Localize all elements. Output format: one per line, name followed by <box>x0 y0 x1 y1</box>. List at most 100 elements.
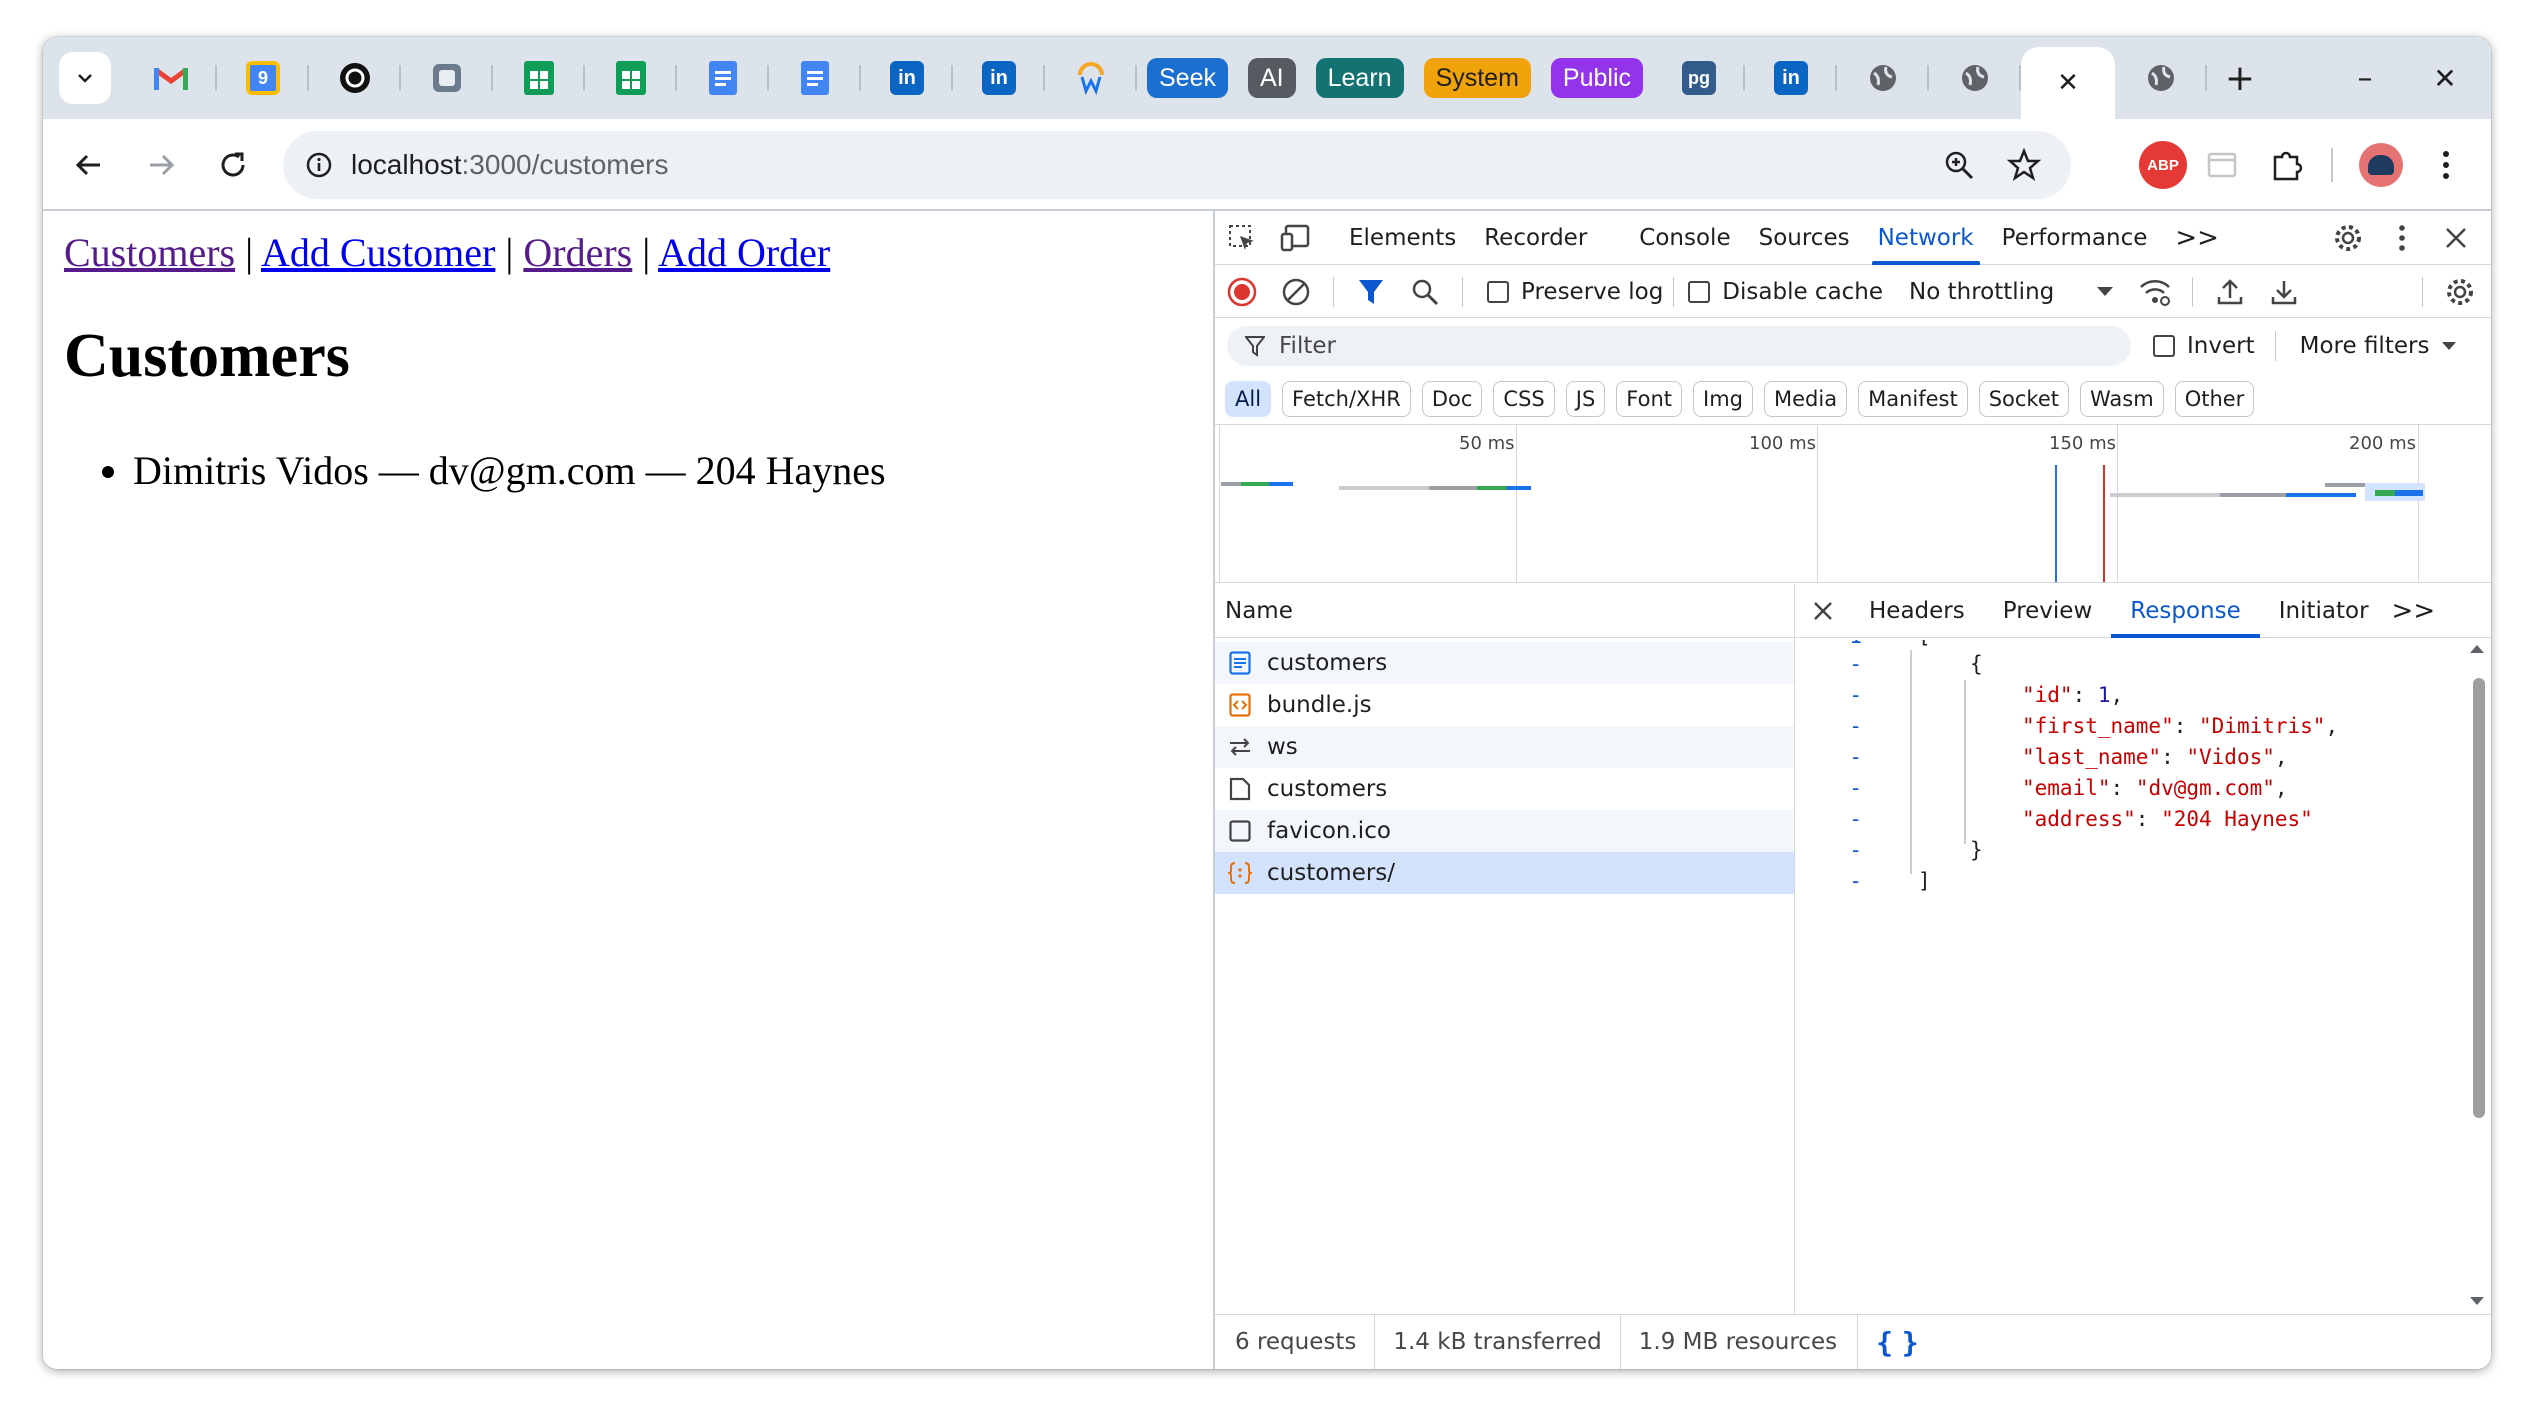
tab-docs-2[interactable] <box>769 37 861 119</box>
export-har-button[interactable] <box>2257 265 2311 319</box>
scroll-down-icon[interactable] <box>2469 1296 2485 1306</box>
tab-calendar[interactable]: 9 <box>217 37 309 119</box>
request-row[interactable]: customers <box>1215 642 1794 684</box>
pretty-print-button[interactable]: { } <box>1876 1326 1919 1359</box>
tab-sheets-2[interactable] <box>585 37 677 119</box>
search-button[interactable] <box>1398 265 1452 319</box>
tab-gmail[interactable] <box>125 37 217 119</box>
import-har-button[interactable] <box>2203 265 2257 319</box>
filter-chip-socket[interactable]: Socket <box>1978 380 2069 417</box>
kebab-menu-icon[interactable] <box>2441 148 2451 182</box>
tab-group-learn[interactable]: Learn <box>1306 37 1414 119</box>
filter-chip-fetch-xhr[interactable]: Fetch/XHR <box>1282 380 1411 417</box>
bookmark-star-icon[interactable] <box>2007 148 2041 182</box>
filter-chip-media[interactable]: Media <box>1764 380 1848 417</box>
preserve-log-checkbox[interactable]: Preserve log <box>1487 279 1663 305</box>
tab-initiator[interactable]: Initiator <box>2260 584 2388 638</box>
tab-sheets-1[interactable] <box>493 37 585 119</box>
network-conditions-button[interactable] <box>2128 265 2182 319</box>
tab-linkedin-3[interactable]: in <box>1745 37 1838 119</box>
tab-docs-1[interactable] <box>677 37 769 119</box>
zoom-icon[interactable] <box>1943 149 1975 181</box>
clear-button[interactable] <box>1269 265 1323 319</box>
inspect-element-button[interactable] <box>1215 211 1269 265</box>
nav-link-add-customer[interactable]: Add Customer <box>261 230 495 275</box>
filter-chip-img[interactable]: Img <box>1693 380 1753 417</box>
close-window-button[interactable]: ✕ <box>2405 48 2485 108</box>
tab-preview[interactable]: Preview <box>1984 584 2112 638</box>
network-overview[interactable]: 50 ms 100 ms 150 ms 200 ms <box>1215 425 2491 583</box>
filter-chip-manifest[interactable]: Manifest <box>1858 380 1968 417</box>
request-row[interactable]: ws <box>1215 726 1794 768</box>
tab-search-button[interactable] <box>59 52 111 104</box>
devtools-settings-button[interactable] <box>2321 211 2375 265</box>
devtools-menu-button[interactable] <box>2375 211 2429 265</box>
adblock-extension-icon[interactable]: ABP <box>2139 141 2187 189</box>
request-row[interactable]: customers <box>1215 768 1794 810</box>
filter-chip-wasm[interactable]: Wasm <box>2080 380 2164 417</box>
filter-chip-doc[interactable]: Doc <box>1421 380 1483 417</box>
checkbox-box[interactable] <box>2153 335 2175 357</box>
checkbox-box[interactable] <box>1487 280 1509 303</box>
more-filters-dropdown[interactable]: More filters <box>2300 333 2458 359</box>
checkbox-box[interactable] <box>1688 280 1711 303</box>
tab-extension-icon[interactable] <box>2205 148 2239 182</box>
request-row[interactable]: favicon.ico <box>1215 810 1794 852</box>
tab-elements[interactable]: Elements <box>1335 211 1470 265</box>
close-devtools-button[interactable] <box>2429 211 2483 265</box>
tab-active[interactable]: ✕ <box>2021 47 2116 119</box>
tab-globe-3[interactable] <box>2115 37 2208 119</box>
scrollbar-thumb[interactable] <box>2473 678 2485 1118</box>
reload-button[interactable] <box>199 131 267 199</box>
close-icon[interactable]: ✕ <box>2057 68 2079 98</box>
record-button[interactable] <box>1215 265 1269 319</box>
column-header-name[interactable]: Name <box>1215 584 1794 638</box>
filter-chip-all[interactable]: All <box>1225 380 1272 417</box>
scroll-up-icon[interactable] <box>2469 644 2485 654</box>
network-settings-button[interactable] <box>2433 265 2487 319</box>
nav-link-orders[interactable]: Orders <box>523 230 632 275</box>
minimize-button[interactable]: – <box>2325 48 2405 108</box>
tab-linkedin-1[interactable]: in <box>861 37 953 119</box>
tab-headers[interactable]: Headers <box>1850 584 1984 638</box>
nav-link-customers[interactable]: Customers <box>64 230 235 275</box>
tab-console[interactable]: Console <box>1625 211 1744 265</box>
device-toolbar-button[interactable] <box>1269 211 1323 265</box>
request-row[interactable]: bundle.js <box>1215 684 1794 726</box>
tab-group-system[interactable]: System <box>1414 37 1541 119</box>
more-detail-tabs-button[interactable]: >> <box>2388 596 2440 626</box>
tab-pg[interactable]: pg <box>1653 37 1746 119</box>
tab-group-seek[interactable]: Seek <box>1137 37 1238 119</box>
throttling-select[interactable]: No throttling <box>1909 279 2114 305</box>
disable-cache-checkbox[interactable]: Disable cache <box>1688 279 1883 305</box>
address-bar[interactable]: localhost:3000/customers <box>283 131 2071 199</box>
tab-globe-1[interactable] <box>1837 37 1930 119</box>
info-icon[interactable] <box>305 151 333 179</box>
more-tabs-button[interactable]: >> <box>2161 211 2233 265</box>
tab-group-ai[interactable]: AI <box>1238 37 1306 119</box>
tab-network[interactable]: Network <box>1864 211 1988 265</box>
tab-recorder[interactable]: Recorder <box>1470 211 1601 265</box>
puzzle-extensions-icon[interactable] <box>2269 147 2305 183</box>
filter-toggle-button[interactable] <box>1344 265 1398 319</box>
new-tab-button[interactable]: + <box>2207 37 2273 119</box>
tab-performance[interactable]: Performance <box>1988 211 2162 265</box>
filter-input[interactable]: Filter <box>1227 326 2131 366</box>
tab-globe-2[interactable] <box>1929 37 2022 119</box>
tab-w[interactable] <box>1045 37 1137 119</box>
invert-checkbox[interactable]: Invert <box>2153 333 2255 359</box>
filter-chip-js[interactable]: JS <box>1565 380 1606 417</box>
filter-chip-other[interactable]: Other <box>2174 380 2255 417</box>
tab-app[interactable] <box>401 37 493 119</box>
tab-response[interactable]: Response <box>2111 584 2261 638</box>
close-detail-button[interactable] <box>1796 584 1850 638</box>
nav-link-add-order[interactable]: Add Order <box>658 230 830 275</box>
url-text[interactable]: localhost:3000/customers <box>351 149 669 181</box>
request-row-selected[interactable]: customers/ <box>1215 852 1794 894</box>
filter-chip-font[interactable]: Font <box>1616 380 1683 417</box>
tab-group-public[interactable]: Public <box>1541 37 1653 119</box>
tab-linkedin-2[interactable]: in <box>953 37 1045 119</box>
avatar[interactable] <box>2359 143 2403 187</box>
response-body[interactable]: 1[ -{ -"id": 1, -"first_name": "Dimitris… <box>1796 640 2466 1310</box>
forward-button[interactable] <box>127 131 195 199</box>
